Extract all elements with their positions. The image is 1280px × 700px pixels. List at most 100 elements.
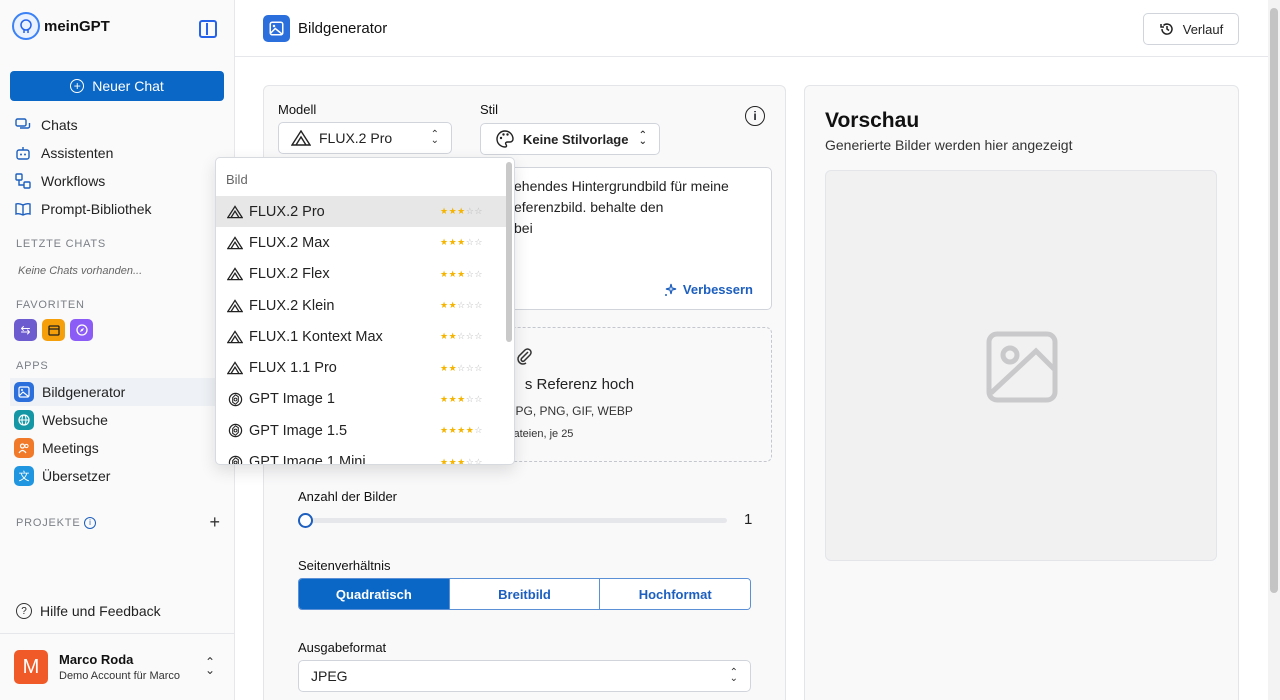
sidebar-item-bildgenerator[interactable]: Bildgenerator — [10, 378, 234, 406]
image-count-slider-track[interactable] — [305, 518, 727, 523]
dropdown-item-label: FLUX.2 Klein — [249, 297, 335, 314]
dropdown-item[interactable]: FLUX.2 Klein ★★☆☆☆ — [216, 290, 506, 321]
user-subtitle: Demo Account für Marco — [59, 670, 181, 682]
compass-icon[interactable] — [70, 319, 93, 341]
projects-row: PROJEKTE i + — [16, 512, 220, 533]
ratio-breitbild-button[interactable]: Breitbild — [449, 579, 601, 609]
dropdown-item[interactable]: FLUX.1 Kontext Max ★★☆☆☆ — [216, 321, 506, 352]
dropdown-item[interactable]: FLUX.2 Max ★★★☆☆ — [216, 227, 506, 258]
dropdown-item[interactable]: FLUX 1.1 Pro ★★☆☆☆ — [216, 352, 506, 383]
sidebar-item-label: Prompt-Bibliothek — [41, 201, 152, 217]
star-icon: ☆ — [457, 300, 466, 311]
sparkle-icon — [664, 283, 677, 296]
ratio-hochformat-button[interactable]: Hochformat — [600, 579, 750, 609]
book-icon — [15, 201, 31, 217]
star-icon: ★ — [440, 425, 449, 436]
history-label: Verlauf — [1182, 21, 1224, 37]
favorites-row: ⇆ — [14, 319, 93, 341]
star-icon: ☆ — [457, 331, 466, 342]
star-icon: ★ — [440, 268, 449, 279]
image-placeholder-icon — [986, 331, 1058, 403]
chevron-updown-icon: ⌃ ⌄ — [638, 130, 647, 147]
user-menu[interactable]: M Marco Roda Demo Account für Marco ⌃ ⌄ — [0, 633, 234, 700]
help-feedback-link[interactable]: ? Hilfe und Feedback — [16, 603, 161, 619]
recent-chats-label: LETZTE CHATS — [16, 238, 107, 250]
swap-icon[interactable]: ⇆ — [14, 319, 37, 341]
star-icon: ★ — [448, 237, 458, 248]
star-icon: ★ — [457, 456, 466, 465]
info-icon[interactable]: i — [745, 106, 765, 126]
sidebar-item-chats[interactable]: Chats — [10, 111, 224, 139]
info-icon[interactable]: i — [84, 516, 97, 529]
dropdown-item[interactable]: GPT Image 1 ★★★☆☆ — [216, 384, 506, 415]
star-icon: ★ — [457, 393, 466, 404]
star-icon: ☆ — [474, 237, 483, 248]
history-icon — [1160, 23, 1173, 35]
dropdown-item-label: FLUX.2 Pro — [249, 203, 325, 220]
brand-name: meinGPT — [44, 17, 110, 35]
dropdown-item-label: GPT Image 1 — [249, 391, 335, 408]
rating-stars: ★★★★☆ — [440, 425, 483, 436]
dropdown-item-label: GPT Image 1.5 — [249, 422, 348, 439]
style-label: Stil — [480, 102, 499, 117]
palette-icon — [496, 130, 514, 148]
star-icon: ★ — [440, 393, 449, 404]
star-icon: ★ — [440, 456, 449, 465]
improve-button[interactable]: Verbessern — [664, 282, 753, 297]
openai-icon — [227, 423, 243, 439]
star-icon: ★ — [440, 362, 449, 373]
image-count-value: 1 — [744, 511, 753, 528]
improve-label: Verbessern — [682, 282, 753, 297]
globe-icon — [14, 410, 34, 430]
sidebar-item-assistenten[interactable]: Assistenten — [10, 139, 224, 167]
page-scrollbar[interactable] — [1268, 0, 1280, 700]
rating-stars: ★★★☆☆ — [440, 237, 483, 248]
flux-icon — [227, 298, 243, 314]
output-format-label: Ausgabeformat — [298, 640, 387, 655]
rating-stars: ★★★☆☆ — [440, 269, 483, 280]
output-format-select[interactable]: JPEG ⌃ ⌄ — [298, 660, 751, 692]
history-button[interactable]: Verlauf — [1143, 13, 1239, 45]
sidebar-item-label: Workflows — [41, 173, 106, 189]
new-chat-button[interactable]: + Neuer Chat — [10, 71, 224, 101]
dropdown-scrollbar[interactable] — [506, 162, 512, 342]
dropdown-item[interactable]: GPT Image 1.5 ★★★★☆ — [216, 415, 506, 446]
style-select[interactable]: Keine Stilvorlage ⌃ ⌄ — [480, 123, 660, 155]
dropdown-item[interactable]: FLUX.2 Pro ★★★☆☆ — [216, 196, 506, 228]
chats-icon — [15, 117, 31, 133]
page-scrollbar-thumb[interactable] — [1270, 8, 1278, 593]
preview-area — [825, 170, 1217, 561]
dropdown-item[interactable]: GPT Image 1 Mini ★★★☆☆ — [216, 446, 506, 465]
sidebar-item-prompt-bibliothek[interactable]: Prompt-Bibliothek — [10, 195, 224, 223]
model-select[interactable]: FLUX.2 Pro ⌃ ⌄ — [278, 122, 452, 154]
sidebar: meinGPT + Neuer Chat Chats Assistenten W… — [0, 0, 235, 700]
openai-icon — [227, 454, 243, 464]
rating-stars: ★★☆☆☆ — [440, 300, 483, 311]
plus-circle-icon: + — [70, 79, 85, 93]
chevron-updown-icon: ⌃ ⌄ — [729, 667, 738, 684]
dropdown-item[interactable]: FLUX.2 Flex ★★★☆☆ — [216, 259, 506, 290]
sidebar-item-websuche[interactable]: Websuche — [10, 406, 234, 434]
star-icon: ★ — [457, 268, 466, 279]
image-count-label: Anzahl der Bilder — [298, 489, 397, 504]
star-icon: ☆ — [457, 362, 466, 373]
add-project-button[interactable]: + — [209, 512, 220, 533]
dropdown-item-label: FLUX 1.1 Pro — [249, 360, 337, 377]
sidebar-item-meetings[interactable]: Meetings — [10, 434, 234, 462]
sidebar-item-uebersetzer[interactable]: 文 Übersetzer — [10, 462, 234, 490]
collapse-sidebar-icon[interactable] — [199, 20, 217, 38]
sidebar-item-workflows[interactable]: Workflows — [10, 167, 224, 195]
calendar-icon[interactable] — [42, 319, 65, 341]
robot-icon — [15, 145, 31, 161]
new-chat-label: Neuer Chat — [92, 78, 164, 94]
ratio-quadratisch-button[interactable]: Quadratisch — [299, 579, 450, 609]
image-count-slider-thumb[interactable] — [298, 513, 313, 528]
projects-label: PROJEKTE i — [16, 516, 97, 529]
star-icon: ★ — [457, 237, 466, 248]
star-icon: ★ — [448, 425, 458, 436]
brand[interactable]: meinGPT — [12, 12, 110, 40]
star-icon: ☆ — [474, 300, 483, 311]
sidebar-item-label: Übersetzer — [42, 468, 111, 484]
apps-list: Bildgenerator Websuche Meetings 文 Überse… — [10, 378, 234, 490]
dropdown-item-label: GPT Image 1 Mini — [249, 454, 366, 465]
